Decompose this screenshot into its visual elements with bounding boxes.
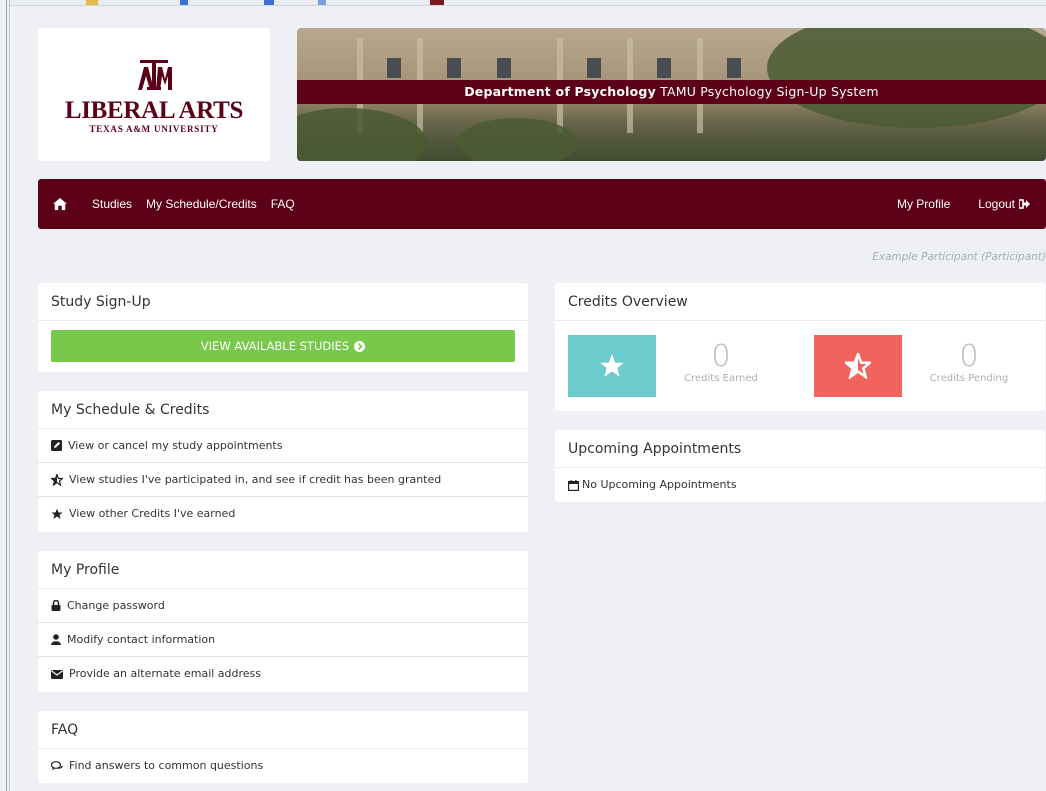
study-signup-card: Study Sign-Up VIEW AVAILABLE STUDIES — [38, 283, 528, 372]
faq-card: FAQ Find answers to common questions — [38, 711, 528, 783]
sign-out-icon — [1019, 199, 1030, 209]
list-item-find-answers[interactable]: Find answers to common questions — [38, 749, 528, 783]
department-name: Department of Psychology — [464, 84, 656, 99]
credits-earned-value: 0 — [711, 339, 731, 374]
no-appointments-label: No Upcoming Appointments — [582, 478, 737, 491]
my-profile-title: My Profile — [38, 551, 528, 589]
star-icon — [600, 354, 624, 377]
view-available-studies-label: VIEW AVAILABLE STUDIES — [200, 339, 350, 353]
credits-earned-label: Credits Earned — [684, 373, 758, 384]
credits-overview-title: Credits Overview — [555, 283, 1045, 321]
window-left-edge — [0, 0, 10, 791]
faq-title: FAQ — [38, 711, 528, 749]
upcoming-appointments-card: Upcoming Appointments No Upcoming Appoin… — [555, 430, 1045, 502]
credits-pending-tile — [814, 335, 902, 397]
system-name: TAMU Psychology Sign-Up System — [655, 84, 879, 99]
edit-icon — [51, 440, 62, 451]
tamu-liberal-arts-logo[interactable]: LIBERAL ARTS TEXAS A&M UNIVERSITY — [38, 28, 270, 161]
credits-pending-label: Credits Pending — [929, 373, 1009, 384]
my-profile-card: My Profile Change password Modify contac… — [38, 551, 528, 692]
list-item-label: Modify contact information — [67, 632, 216, 646]
lock-icon — [51, 600, 61, 611]
nav-item-studies[interactable]: Studies — [92, 197, 132, 211]
credits-earned-tile — [568, 335, 656, 397]
view-available-studies-button[interactable]: VIEW AVAILABLE STUDIES — [51, 330, 515, 362]
list-item-view-participated-studies[interactable]: View studies I've participated in, and s… — [38, 463, 528, 497]
list-item-label: Find answers to common questions — [69, 759, 264, 772]
current-user-label: Example Participant (Participant) — [872, 251, 1046, 263]
nav-item-my-profile[interactable]: My Profile — [897, 197, 950, 211]
no-appointments-message: No Upcoming Appointments — [555, 468, 1045, 502]
calendar-icon — [568, 479, 579, 491]
chevron-circle-right-icon — [354, 340, 366, 352]
main-navbar: Studies My Schedule/Credits FAQ My Profi… — [38, 179, 1046, 229]
logout-label: Logout — [978, 197, 1015, 211]
banner-title-bar: Department of Psychology TAMU Psychology… — [297, 80, 1046, 104]
list-item-label: View other Credits I've earned — [69, 507, 236, 520]
credits-earned-stat: 0 Credits Earned — [673, 339, 769, 385]
study-signup-title: Study Sign-Up — [38, 283, 528, 321]
logo-subtext: TEXAS A&M UNIVERSITY — [89, 124, 219, 134]
header-banner-image: Department of Psychology TAMU Psychology… — [297, 28, 1046, 161]
home-icon[interactable] — [53, 197, 67, 211]
schedule-credits-card: My Schedule & Credits View or cancel my … — [38, 391, 528, 532]
nav-item-schedule-credits[interactable]: My Schedule/Credits — [146, 197, 257, 211]
list-item-change-password[interactable]: Change password — [38, 589, 528, 623]
list-item-label: Provide an alternate email address — [69, 667, 262, 680]
page: LIBERAL ARTS TEXAS A&M UNIVERSITY Depart… — [11, 6, 1046, 791]
list-item-label: Change password — [67, 598, 165, 612]
list-item-label: View or cancel my study appointments — [68, 438, 283, 452]
credits-overview-card: Credits Overview 0 Credits Earned 0 Cred… — [555, 283, 1045, 411]
list-item-modify-contact[interactable]: Modify contact information — [38, 623, 528, 657]
atm-logo-icon — [138, 60, 172, 90]
nav-item-faq[interactable]: FAQ — [271, 197, 295, 211]
half-star-icon — [845, 353, 871, 379]
user-icon — [51, 634, 61, 645]
credits-pending-stat: 0 Credits Pending — [919, 339, 1019, 385]
list-item-alternate-email[interactable]: Provide an alternate email address — [38, 657, 528, 691]
half-star-icon — [51, 473, 63, 486]
upcoming-appointments-title: Upcoming Appointments — [555, 430, 1045, 468]
envelope-icon — [51, 669, 63, 679]
list-item-label: View studies I've participated in, and s… — [69, 472, 442, 486]
list-item-view-cancel-appointments[interactable]: View or cancel my study appointments — [38, 429, 528, 463]
list-item-view-other-credits[interactable]: View other Credits I've earned — [38, 497, 528, 531]
logout-button[interactable]: Logout — [978, 197, 1030, 211]
star-icon — [51, 508, 63, 519]
credits-pending-value: 0 — [959, 339, 979, 374]
logo-text: LIBERAL ARTS — [64, 97, 244, 124]
comments-icon — [51, 761, 63, 771]
schedule-credits-title: My Schedule & Credits — [38, 391, 528, 429]
